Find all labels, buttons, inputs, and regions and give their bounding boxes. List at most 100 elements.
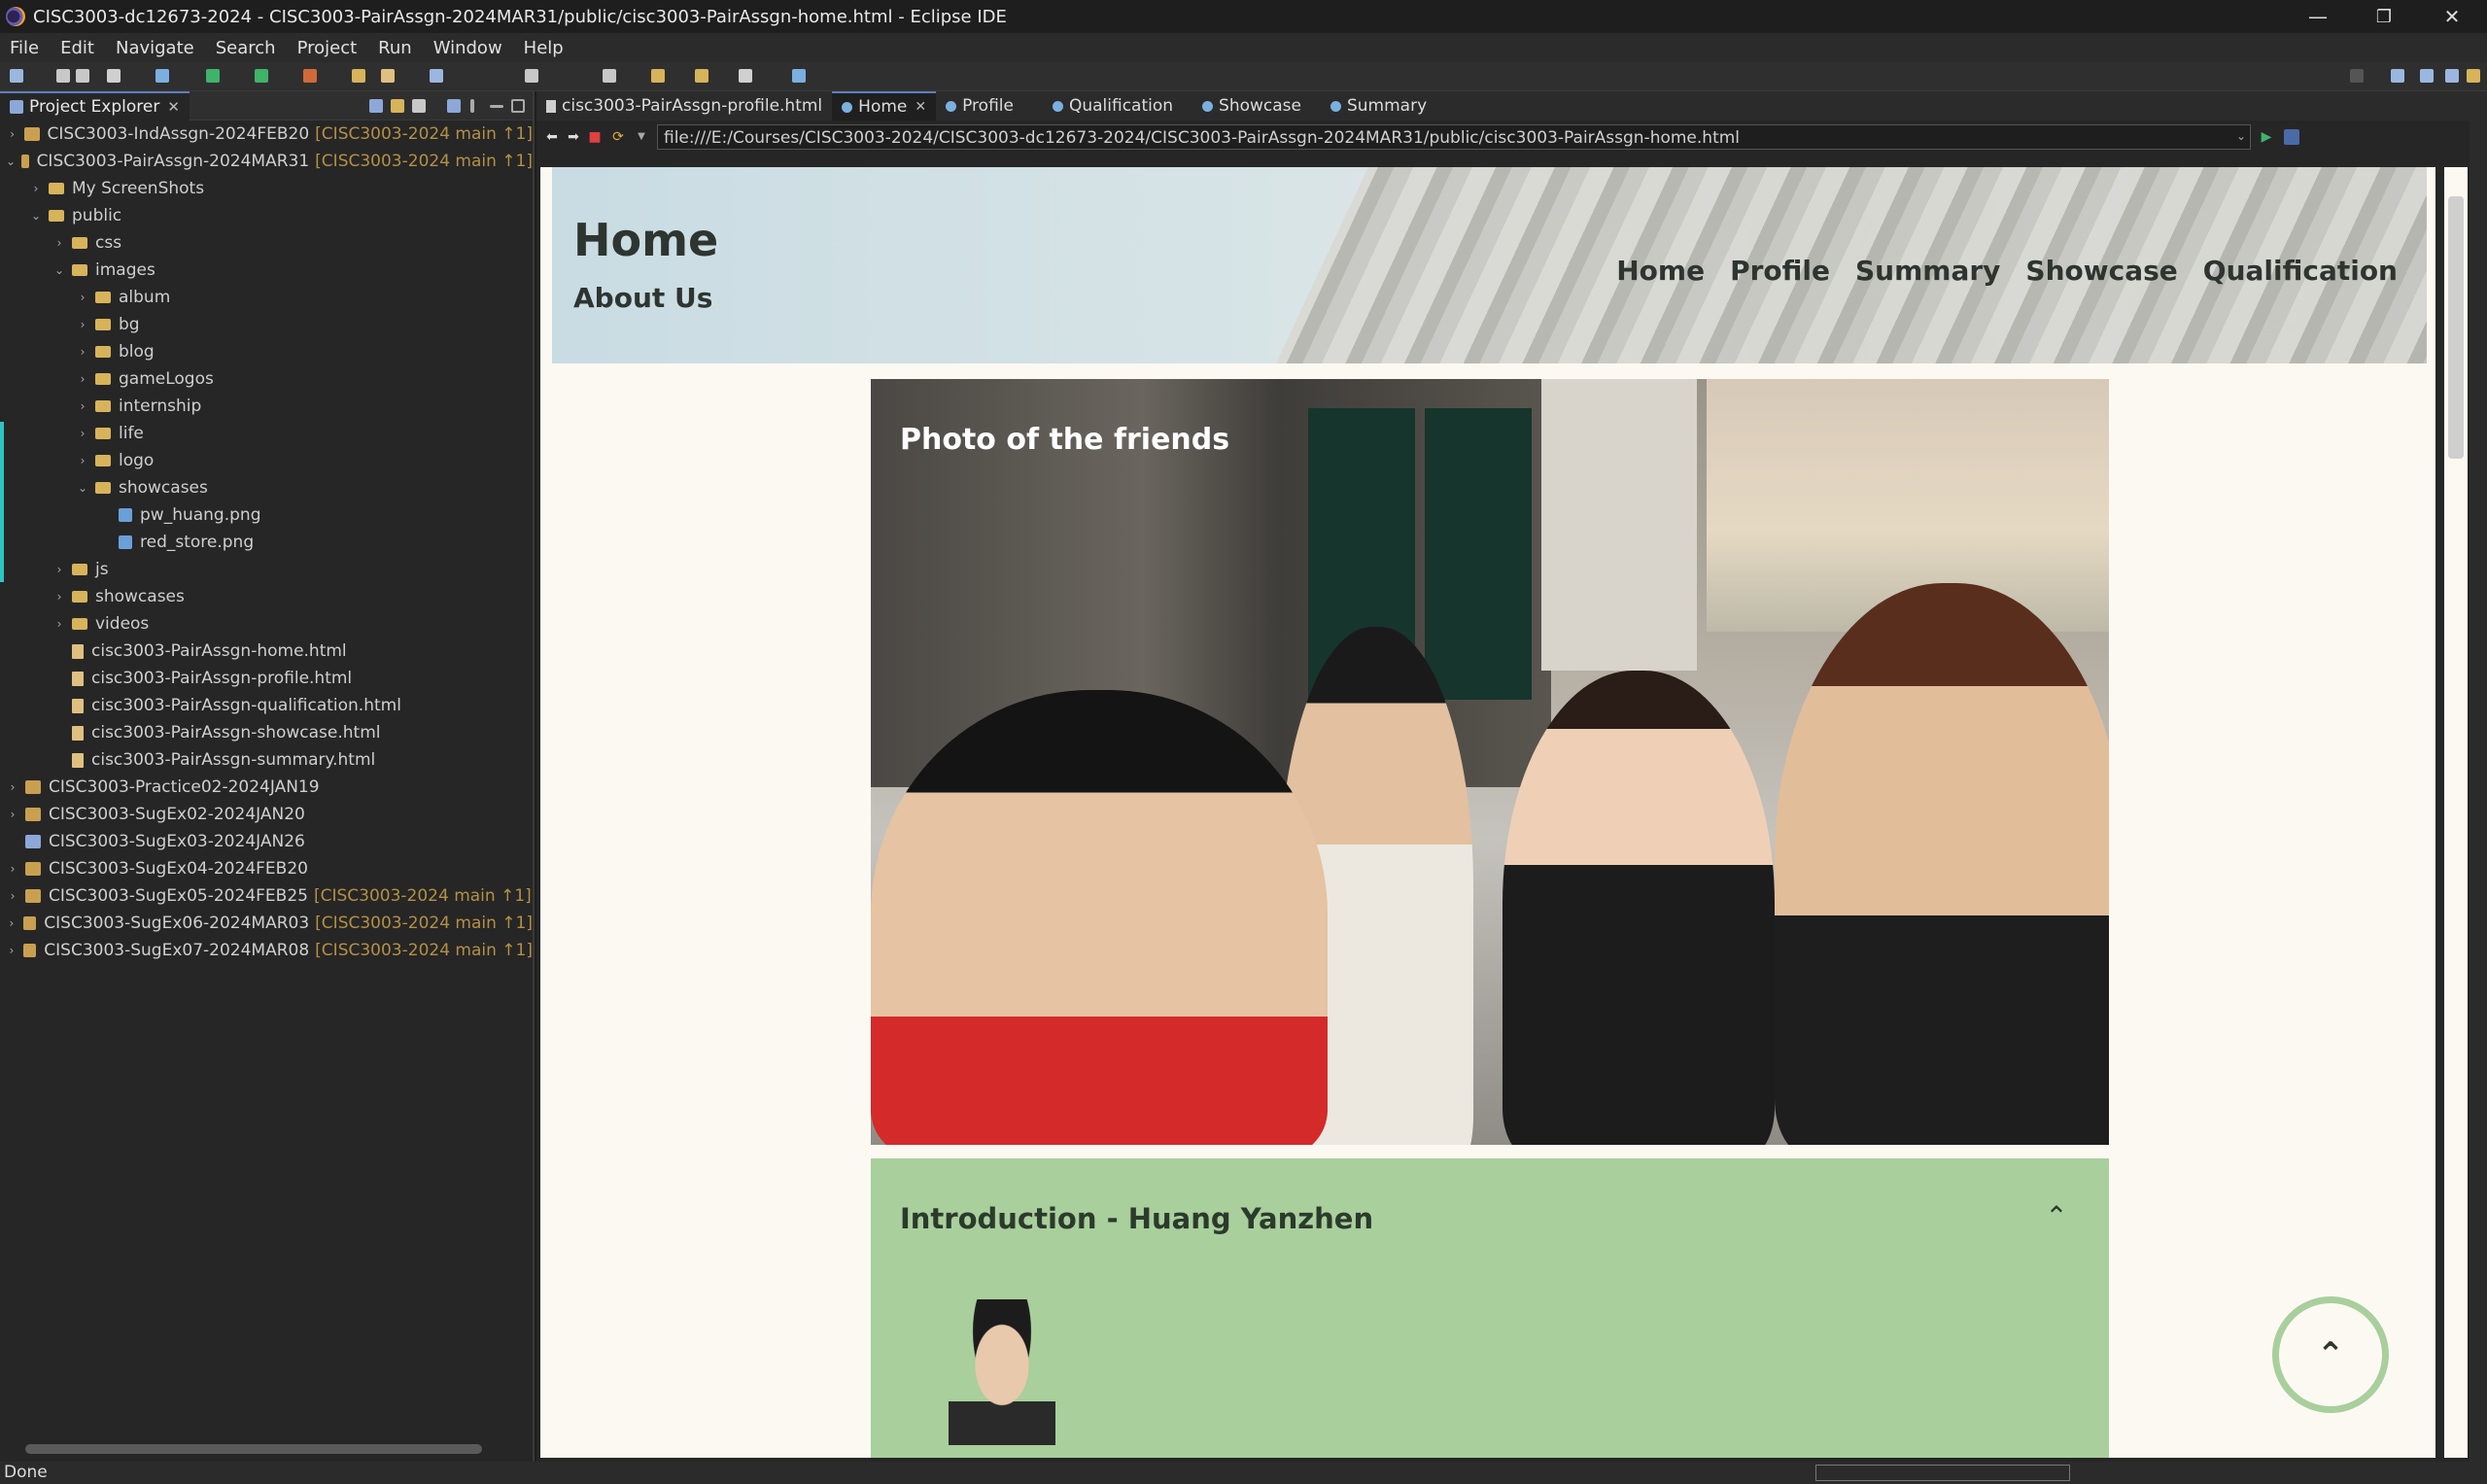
tree-item-folder[interactable]: › js: [0, 556, 533, 583]
tree-item-file[interactable]: cisc3003-PairAssgn-summary.html: [0, 746, 533, 774]
tree-item-project[interactable]: › CISC3003-IndAssgn-2024FEB20 [CISC3003-20…: [0, 121, 533, 148]
open-external-browser-icon[interactable]: [2284, 129, 2299, 145]
scrollbar-thumb[interactable]: [2448, 196, 2464, 459]
tab-qualification[interactable]: Qualification: [1043, 91, 1183, 121]
chevron-right-icon[interactable]: ›: [52, 617, 66, 631]
perspective-java-icon[interactable]: [2420, 69, 2434, 83]
tree-item-folder[interactable]: › My ScreenShots: [0, 175, 533, 202]
chevron-right-icon[interactable]: ›: [76, 318, 89, 331]
tree-item-folder[interactable]: › css: [0, 229, 533, 257]
chevron-right-icon[interactable]: ›: [6, 808, 19, 821]
minimize-button[interactable]: —: [2284, 0, 2352, 33]
back-arrow-icon[interactable]: ⬅: [544, 129, 560, 145]
minimize-view-icon[interactable]: [490, 105, 503, 108]
url-dropdown-icon[interactable]: ⌄: [2233, 128, 2249, 144]
tree-item-file[interactable]: cisc3003-PairAssgn-profile.html: [0, 665, 533, 692]
annotation-nav-icon[interactable]: [603, 69, 616, 83]
tab-profile-source[interactable]: cisc3003-PairAssgn-profile.html: [536, 91, 832, 121]
tree-item-file[interactable]: red_store.png: [0, 529, 533, 556]
link-editor-icon[interactable]: [391, 99, 404, 113]
chevron-up-icon[interactable]: ⌃: [2045, 1203, 2068, 1230]
tree-item-project[interactable]: › CISC3003-SugEx02-2024JAN20: [0, 801, 533, 828]
menu-navigate[interactable]: Navigate: [106, 38, 206, 58]
menu-edit[interactable]: Edit: [51, 38, 106, 58]
tree-item-folder[interactable]: ⌄ public: [0, 202, 533, 229]
save-all-icon[interactable]: [76, 69, 89, 83]
perspective-git-icon[interactable]: [2467, 69, 2480, 83]
print-icon[interactable]: [155, 69, 169, 83]
tree-item-folder[interactable]: › internship: [0, 393, 533, 420]
dropdown-icon[interactable]: ▼: [634, 129, 649, 145]
nav-summary[interactable]: Summary: [1855, 255, 2000, 287]
back-to-top-button[interactable]: ⌃: [2272, 1296, 2389, 1413]
chevron-right-icon[interactable]: ›: [76, 291, 89, 304]
nav-showcase[interactable]: Showcase: [2025, 255, 2177, 287]
nav-home[interactable]: Home: [1616, 255, 1705, 287]
chevron-right-icon[interactable]: ›: [52, 590, 66, 604]
menu-run[interactable]: Run: [368, 38, 424, 58]
tree-item-file[interactable]: cisc3003-PairAssgn-qualification.html: [0, 692, 533, 719]
tree-item-project[interactable]: › CISC3003-SugEx07-2024MAR08 [CISC3003-202…: [0, 937, 534, 964]
tree-item-folder[interactable]: › life: [0, 420, 533, 447]
close-icon[interactable]: ✕: [915, 99, 926, 115]
nav-qualification[interactable]: Qualification: [2203, 255, 2398, 287]
tree-item-folder[interactable]: › blog: [0, 338, 533, 365]
save-icon[interactable]: [56, 69, 70, 83]
chevron-right-icon[interactable]: ›: [6, 780, 19, 794]
chevron-right-icon[interactable]: ›: [6, 862, 19, 876]
tree-item-folder[interactable]: ⌄ showcases: [0, 474, 533, 501]
tree-item-folder[interactable]: › videos: [0, 610, 533, 638]
chevron-right-icon[interactable]: ›: [76, 454, 89, 467]
tree-item-folder[interactable]: ⌄ images: [0, 257, 533, 284]
chevron-down-icon[interactable]: ⌄: [29, 209, 43, 223]
tab-project-explorer[interactable]: Project Explorer ✕: [0, 90, 190, 121]
focus-icon[interactable]: [447, 99, 461, 113]
tree-item-file[interactable]: pw_huang.png: [0, 501, 533, 529]
menu-file[interactable]: File: [0, 38, 51, 58]
tree-item-folder[interactable]: › album: [0, 284, 533, 311]
chevron-down-icon[interactable]: ⌄: [6, 155, 16, 168]
tree-item-folder[interactable]: › showcases: [0, 583, 533, 610]
tree-item-folder[interactable]: › gameLogos: [0, 365, 533, 393]
close-button[interactable]: ✕: [2418, 0, 2486, 33]
forward-icon[interactable]: [739, 69, 752, 83]
tree-item-file[interactable]: cisc3003-PairAssgn-showcase.html: [0, 719, 533, 746]
go-icon[interactable]: ▶: [2259, 129, 2274, 145]
chevron-right-icon[interactable]: ›: [6, 916, 17, 930]
tree-item-project[interactable]: › CISC3003-SugEx05-2024FEB25 [CISC3003-202…: [0, 882, 533, 910]
new-icon[interactable]: [10, 69, 23, 83]
chevron-right-icon[interactable]: ›: [29, 182, 43, 195]
tree-item-folder[interactable]: › logo: [0, 447, 533, 474]
edit-icon[interactable]: [381, 69, 395, 83]
annotation-icon[interactable]: [525, 69, 538, 83]
menu-search[interactable]: Search: [206, 38, 288, 58]
back-icon[interactable]: [695, 69, 708, 83]
collapse-all-icon[interactable]: [369, 99, 383, 113]
menu-project[interactable]: Project: [288, 38, 369, 58]
tab-showcase[interactable]: Showcase: [1192, 91, 1311, 121]
tree-item-project[interactable]: › CISC3003-SugEx06-2024MAR03 [CISC3003-202…: [0, 910, 534, 937]
horizontal-scrollbar[interactable]: [25, 1444, 482, 1454]
chevron-right-icon[interactable]: ›: [6, 889, 19, 903]
undo-icon[interactable]: [107, 69, 121, 83]
chevron-right-icon[interactable]: ›: [76, 372, 89, 386]
tree-item-project[interactable]: ⌄ CISC3003-PairAssgn-2024MAR31 [CISC3003-2…: [0, 148, 533, 175]
chevron-down-icon[interactable]: ⌄: [76, 481, 89, 495]
search-toolbar-icon[interactable]: [430, 69, 443, 83]
forward-arrow-icon[interactable]: ➡: [566, 129, 581, 145]
chevron-right-icon[interactable]: ›: [6, 944, 17, 957]
tab-profile[interactable]: Profile: [936, 91, 1023, 121]
run-icon[interactable]: [255, 69, 268, 83]
nav-profile[interactable]: Profile: [1730, 255, 1830, 287]
filter-icon[interactable]: [412, 99, 426, 113]
perspective-web-icon[interactable]: [2445, 69, 2459, 83]
menu-window[interactable]: Window: [424, 38, 514, 58]
tree-item-folder[interactable]: › bg: [0, 311, 533, 338]
stop-icon[interactable]: ■: [587, 129, 603, 145]
chevron-right-icon[interactable]: ›: [6, 127, 18, 141]
restore-button[interactable]: ❐: [2350, 0, 2418, 33]
pin-icon[interactable]: [792, 69, 806, 83]
refresh-icon[interactable]: ⟳: [610, 129, 626, 145]
browser-scrollbar[interactable]: [2444, 167, 2468, 1458]
chevron-right-icon[interactable]: ›: [52, 236, 66, 250]
